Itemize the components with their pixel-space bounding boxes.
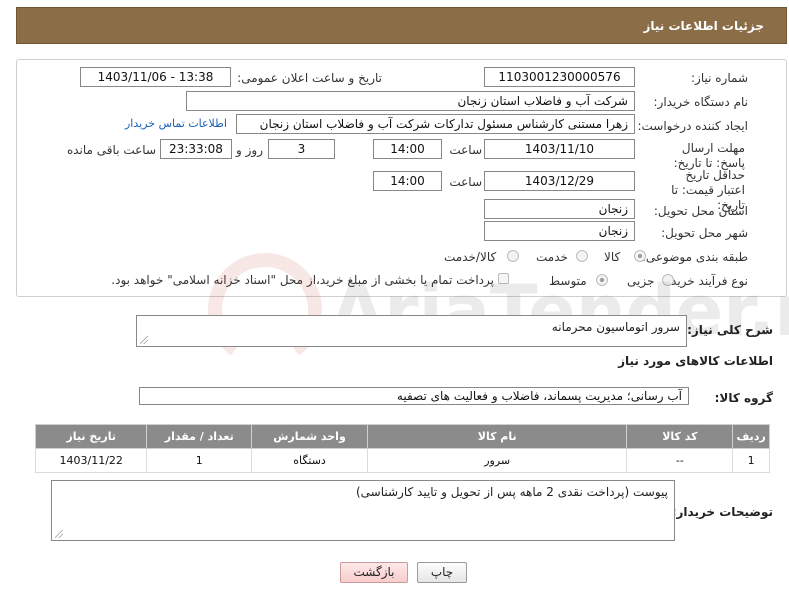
remaining-time-label: ساعت باقی مانده — [66, 143, 156, 157]
remaining-time-field: 23:33:08 — [160, 139, 232, 159]
buyer-notes-text: پیوست (پرداخت نقدی 2 ماهه پس از تحویل و … — [355, 485, 668, 499]
buyer-notes-label: توضیحات خریدار: — [671, 505, 773, 519]
process-option-medium: متوسط — [549, 274, 587, 288]
reply-days-label: روز و — [236, 143, 263, 157]
reply-deadline-time-field: 14:00 — [373, 139, 442, 159]
category-radio-service[interactable] — [576, 250, 588, 262]
category-option-goods: کالا — [604, 250, 621, 264]
buyer-org-field: شرکت آب و فاضلاب استان زنجان — [186, 91, 635, 111]
price-validity-date-field: 1403/12/29 — [484, 171, 635, 191]
category-label: طبقه بندی موضوعی: — [641, 250, 748, 264]
announce-datetime-field: 1403/11/06 - 13:38 — [80, 67, 231, 87]
process-radio-medium[interactable] — [596, 274, 608, 286]
reply-deadline-date-field: 1403/11/10 — [484, 139, 635, 159]
price-validity-time-field: 14:00 — [373, 171, 442, 191]
requester-field: زهرا مستنی کارشناس مسئول تدارکات شرکت آب… — [236, 114, 635, 134]
page-title: جزئیات اطلاعات نیاز — [643, 19, 764, 33]
goods-group-field: آب رسانی؛ مدیریت پسماند، فاضلاب و فعالیت… — [139, 387, 689, 405]
delivery-province-label: استان محل تحویل: — [653, 204, 748, 218]
cell-item-code: -- — [626, 448, 734, 473]
buyer-org-label: نام دستگاه خریدار: — [653, 95, 749, 109]
goods-group-label: گروه کالا: — [714, 391, 773, 405]
col-header-item-code: کد کالا — [626, 424, 734, 449]
col-header-unit: واحد شمارش — [251, 424, 368, 449]
reply-days-field: 3 — [268, 139, 335, 159]
delivery-city-label: شهر محل تحویل: — [661, 226, 748, 240]
cell-need-date: 1403/11/22 — [34, 448, 148, 473]
resize-grip-icon[interactable] — [140, 336, 148, 344]
process-radio-minor[interactable] — [662, 274, 674, 286]
process-option-minor: جزیی — [627, 274, 655, 288]
table-header-row: ردیف کد کالا نام کالا واحد شمارش تعداد /… — [34, 424, 770, 449]
col-header-quantity: تعداد / مقدار — [146, 424, 253, 449]
resize-grip-icon[interactable] — [55, 530, 63, 538]
cell-unit: دستگاه — [251, 448, 368, 473]
cell-quantity: 1 — [146, 448, 253, 473]
need-number-field: 1103001230000576 — [484, 67, 635, 87]
announce-datetime-label: تاریخ و ساعت اعلان عمومی: — [237, 71, 382, 85]
buyer-contact-link[interactable]: اطلاعات تماس خریدار — [125, 117, 227, 130]
col-header-need-date: تاریخ نیاز — [34, 424, 148, 449]
category-option-goods-service: کالا/خدمت — [444, 250, 497, 264]
price-validity-time-label: ساعت — [449, 175, 482, 189]
reply-deadline-label: مهلت ارسال پاسخ: تا تاریخ: — [673, 141, 745, 170]
summary-text: سرور اتوماسیون محرمانه — [551, 320, 680, 334]
table-row: 1 -- سرور دستگاه 1 1403/11/22 — [34, 448, 770, 473]
treasury-payment-note: پرداخت تمام یا بخشی از مبلغ خرید،از محل … — [111, 273, 494, 287]
page-header: جزئیات اطلاعات نیاز — [16, 7, 787, 44]
requester-label: ایجاد کننده درخواست: — [637, 119, 748, 133]
purchase-process-label: نوع فرآیند خرید : — [663, 274, 748, 288]
delivery-province-field: زنجان — [484, 199, 635, 219]
summary-textarea[interactable]: سرور اتوماسیون محرمانه — [136, 315, 687, 347]
print-button[interactable]: چاپ — [417, 562, 467, 583]
col-header-item-name: نام کالا — [366, 424, 628, 449]
goods-section-title: اطلاعات کالاهای مورد نیاز — [618, 354, 773, 368]
need-number-label: شماره نیاز: — [691, 71, 748, 85]
back-button[interactable]: بازگشت — [340, 562, 408, 583]
category-radio-goods[interactable] — [634, 250, 646, 262]
treasury-payment-checkbox[interactable] — [498, 273, 509, 284]
cell-item-name: سرور — [366, 448, 628, 473]
col-header-row-number: ردیف — [732, 424, 770, 449]
category-option-service: خدمت — [536, 250, 568, 264]
cell-row-number: 1 — [732, 448, 770, 473]
summary-label: شرح کلی نیاز: — [687, 323, 773, 337]
category-radio-goods-service[interactable] — [507, 250, 519, 262]
goods-table: ردیف کد کالا نام کالا واحد شمارش تعداد /… — [34, 424, 770, 473]
delivery-city-field: زنجان — [484, 221, 635, 241]
reply-deadline-time-label: ساعت — [449, 143, 482, 157]
buyer-notes-textarea[interactable]: پیوست (پرداخت نقدی 2 ماهه پس از تحویل و … — [51, 480, 675, 541]
